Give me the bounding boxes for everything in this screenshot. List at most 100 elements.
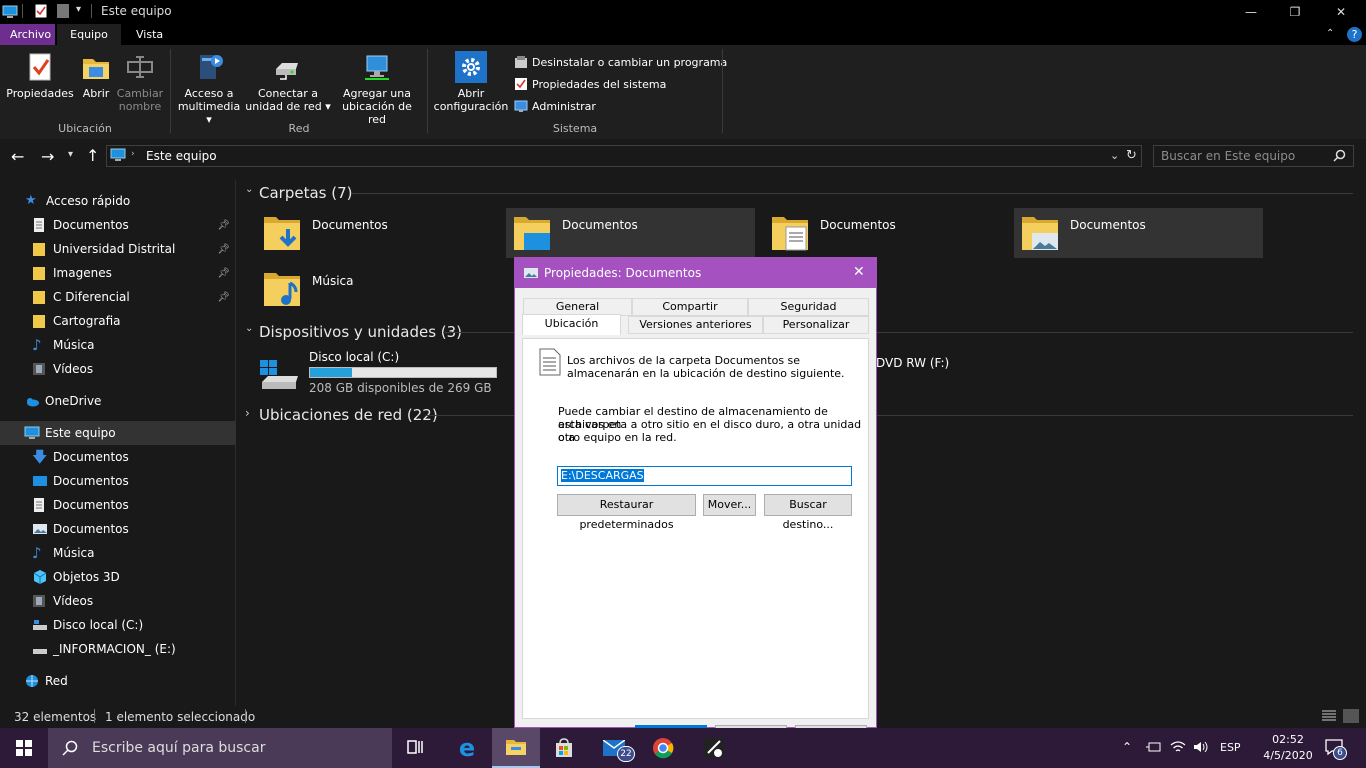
folder-item[interactable]: Documentos [764, 208, 1013, 258]
breadcrumb-chevron-icon[interactable]: › [131, 149, 135, 159]
help-icon[interactable]: ? [1347, 27, 1362, 42]
sidebar-item-pc-music[interactable]: ♪ Música [0, 541, 236, 565]
task-view-button[interactable] [392, 728, 440, 768]
start-button[interactable] [0, 728, 48, 768]
desktop-folder-icon [512, 211, 552, 255]
collapse-folders-chevron-icon[interactable]: ⌄ [245, 184, 253, 195]
minimize-button[interactable]: — [1228, 0, 1274, 24]
sidebar-item-pc-downloads[interactable]: 🡇 Documentos [0, 445, 236, 469]
folder-item[interactable]: Música [256, 264, 505, 314]
customize-quick-access-icon[interactable]: ▾ [76, 4, 81, 15]
uninstall-program-button[interactable]: Desinstalar o cambiar un programa [514, 55, 727, 69]
taskbar-mail[interactable]: 22 [590, 728, 638, 768]
system-properties-button[interactable]: Propiedades del sistema [514, 77, 666, 91]
sidebar-item-onedrive[interactable]: OneDrive [0, 389, 236, 413]
sidebar-item-pc-videos[interactable]: Vídeos [0, 589, 236, 613]
sidebar-item-network[interactable]: Red [0, 669, 236, 693]
properties-button[interactable]: Propiedades [6, 51, 74, 100]
pin-icon[interactable]: 📌︎ [217, 268, 230, 279]
sidebar-item-videos[interactable]: Vídeos [0, 357, 236, 381]
rename-button[interactable]: Cambiar nombre [116, 51, 164, 113]
move-button[interactable]: Mover... [703, 494, 756, 516]
pin-icon[interactable]: 📌︎ [217, 244, 230, 255]
forward-arrow-icon[interactable]: → [41, 147, 54, 166]
drive-item-c[interactable]: Disco local (C:) 208 GB disponibles de 2… [256, 348, 505, 398]
sidebar-item-imagenes[interactable]: Imagenes 📌︎ [0, 261, 236, 285]
new-folder-quick-icon[interactable] [57, 4, 69, 18]
manage-button[interactable]: Administrar [514, 99, 596, 113]
folder-item[interactable]: Documentos [506, 208, 755, 258]
media-access-button[interactable]: Acceso a multimedia ▾ [176, 51, 242, 126]
tab-archivo[interactable]: Archivo [0, 24, 55, 45]
language-indicator[interactable]: ESP [1220, 741, 1241, 754]
expand-network-chevron-icon[interactable]: › [245, 406, 250, 420]
restore-defaults-button[interactable]: Restaurar predeterminados [557, 494, 696, 531]
recent-locations-icon[interactable]: ▾ [68, 149, 73, 160]
clock-time[interactable]: 02:52 [1266, 733, 1310, 746]
add-network-location-button[interactable]: Agregar una ubicación de red [332, 51, 422, 126]
close-button[interactable]: ✕ [1318, 0, 1364, 24]
tab-ubicacion[interactable]: Ubicación [522, 314, 621, 335]
dialog-close-icon[interactable]: ✕ [853, 264, 865, 280]
sidebar-item-musica[interactable]: ♪ Música [0, 333, 236, 357]
tab-seguridad[interactable]: Seguridad [748, 298, 869, 316]
sidebar-item-3d-objects[interactable]: Objetos 3D [0, 565, 236, 589]
address-bar[interactable]: › Este equipo ⌄ ↻ [106, 145, 1142, 167]
taskbar-search-box[interactable]: Escribe aquí para buscar [48, 728, 392, 768]
breadcrumb[interactable]: Este equipo [146, 149, 217, 163]
taskbar-app[interactable] [690, 728, 738, 768]
sidebar-item-pc-pictures[interactable]: Documentos [0, 517, 236, 541]
tab-versiones-anteriores[interactable]: Versiones anteriores [628, 316, 763, 334]
maximize-button[interactable]: ❐ [1272, 0, 1318, 24]
computer-icon [110, 148, 126, 162]
sidebar-item-c-diferencial[interactable]: C Diferencial 📌︎ [0, 285, 236, 309]
taskbar-store[interactable] [540, 728, 588, 768]
section-header-network[interactable]: Ubicaciones de red (22) [259, 406, 438, 424]
tab-compartir[interactable]: Compartir [632, 298, 748, 316]
tab-equipo[interactable]: Equipo [57, 24, 121, 45]
section-header-devices[interactable]: Dispositivos y unidades (3) [259, 323, 462, 341]
volume-icon[interactable] [1193, 740, 1209, 754]
taskbar: Escribe aquí para buscar e 22 ⌃ ESP 02:5… [0, 728, 1366, 768]
tab-personalizar[interactable]: Personalizar [763, 316, 869, 334]
drive-item-dvd[interactable]: DVD RW (F:) [876, 356, 949, 370]
sidebar-item-drive-e[interactable]: _INFORMACION_ (E:) [0, 637, 236, 661]
up-arrow-icon[interactable]: ↑ [86, 146, 99, 165]
power-plug-icon[interactable] [1145, 740, 1161, 754]
collapse-ribbon-icon[interactable]: ⌃ [1326, 28, 1334, 39]
taskbar-edge[interactable]: e [443, 728, 491, 768]
open-button[interactable]: Abrir [78, 51, 114, 100]
find-target-button[interactable]: Buscar destino... [764, 494, 852, 531]
taskbar-chrome[interactable] [639, 728, 687, 768]
folder-item[interactable]: Documentos [1014, 208, 1263, 258]
wifi-icon[interactable] [1170, 740, 1186, 754]
collapse-devices-chevron-icon[interactable]: ⌄ [245, 323, 253, 334]
sidebar-item-universidad[interactable]: Universidad Distrital 📌︎ [0, 237, 236, 261]
large-icons-view-icon[interactable] [1343, 709, 1359, 723]
sidebar-item-pc-documents[interactable]: Documentos [0, 493, 236, 517]
refresh-icon[interactable]: ↻ [1126, 148, 1137, 163]
sidebar-item-this-pc[interactable]: Este equipo [0, 421, 236, 445]
sidebar-item-cartografia[interactable]: Cartografia [0, 309, 236, 333]
taskbar-file-explorer[interactable] [492, 728, 540, 768]
location-path-input[interactable]: E:\DESCARGAS [557, 466, 852, 486]
address-dropdown-icon[interactable]: ⌄ [1110, 149, 1119, 162]
map-network-drive-button[interactable]: Conectar a unidad de red ▾ [245, 51, 331, 113]
sidebar-item-drive-c[interactable]: Disco local (C:) [0, 613, 236, 637]
pin-icon[interactable]: 📌︎ [217, 220, 230, 231]
sidebar-item-documents[interactable]: Documentos 📌︎ [0, 213, 236, 237]
properties-quick-icon[interactable] [35, 4, 47, 18]
clock-date[interactable]: 4/5/2020 [1256, 749, 1320, 762]
pin-icon[interactable]: 📌︎ [217, 292, 230, 303]
search-input[interactable]: Buscar en Este equipo [1153, 145, 1354, 167]
details-view-icon[interactable] [1322, 710, 1336, 722]
tab-vista[interactable]: Vista [126, 24, 173, 45]
folder-item[interactable]: Documentos [256, 208, 505, 258]
sidebar-item-pc-desktop[interactable]: Documentos [0, 469, 236, 493]
dialog-title: Propiedades: Documentos [544, 266, 702, 280]
sidebar-item-quick-access[interactable]: ★ Acceso rápido [0, 189, 236, 213]
back-arrow-icon[interactable]: ← [11, 147, 24, 166]
section-header-folders[interactable]: Carpetas (7) [259, 184, 353, 202]
open-settings-button[interactable]: Abrir configuración [432, 51, 510, 113]
show-hidden-icons-chevron-icon[interactable]: ⌃ [1122, 740, 1132, 754]
